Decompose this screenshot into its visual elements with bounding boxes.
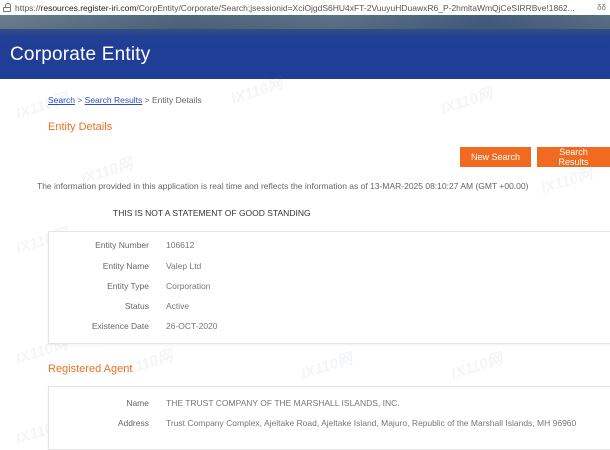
field-label: Existence Date (91, 321, 149, 331)
field-value: 26-OCT-2020 (166, 321, 218, 331)
breadcrumb: Search > Search Results > Entity Details (48, 95, 202, 105)
breadcrumb-search-link[interactable]: Search (48, 95, 75, 105)
banner-image (0, 15, 610, 29)
good-standing-notice: THIS IS NOT A STATEMENT OF GOOD STANDING (113, 208, 311, 218)
new-search-button[interactable]: New Search (460, 147, 531, 167)
registered-agent-heading: Registered Agent (48, 363, 133, 375)
reader-mode-icon[interactable]: δδ (592, 3, 606, 12)
search-results-button[interactable]: Search Results (537, 147, 610, 167)
field-value: Corporation (166, 281, 211, 291)
entity-details-panel: Entity Number 106612 Entity Name Valep L… (48, 231, 610, 344)
lock-icon (3, 3, 11, 12)
url-text[interactable]: https://resources.register-iri.com/CorpE… (15, 3, 592, 13)
field-value: Active (166, 301, 190, 311)
field-label: Status (124, 301, 149, 311)
field-value: THE TRUST COMPANY OF THE MARSHALL ISLAND… (166, 398, 400, 408)
field-label: Name (126, 398, 149, 408)
header-banner: Corporate Entity (0, 15, 610, 79)
field-label: Entity Number (95, 240, 149, 250)
breadcrumb-results-link[interactable]: Search Results (85, 95, 143, 105)
entity-details-heading: Entity Details (48, 121, 113, 133)
field-value: Valep Ltd (166, 261, 202, 271)
field-value: 106612 (166, 240, 195, 250)
registered-agent-panel: Name THE TRUST COMPANY OF THE MARSHALL I… (48, 386, 610, 450)
field-value: Trust Company Complex, Ajeltake Road, Aj… (166, 418, 577, 428)
page-title: Corporate Entity (10, 44, 151, 65)
field-label: Entity Type (107, 281, 149, 291)
address-bar[interactable]: https://resources.register-iri.com/CorpE… (0, 0, 610, 15)
field-label: Address (117, 418, 149, 428)
info-timestamp-text: The information provided in this applica… (37, 181, 529, 191)
field-label: Entity Name (102, 261, 149, 271)
